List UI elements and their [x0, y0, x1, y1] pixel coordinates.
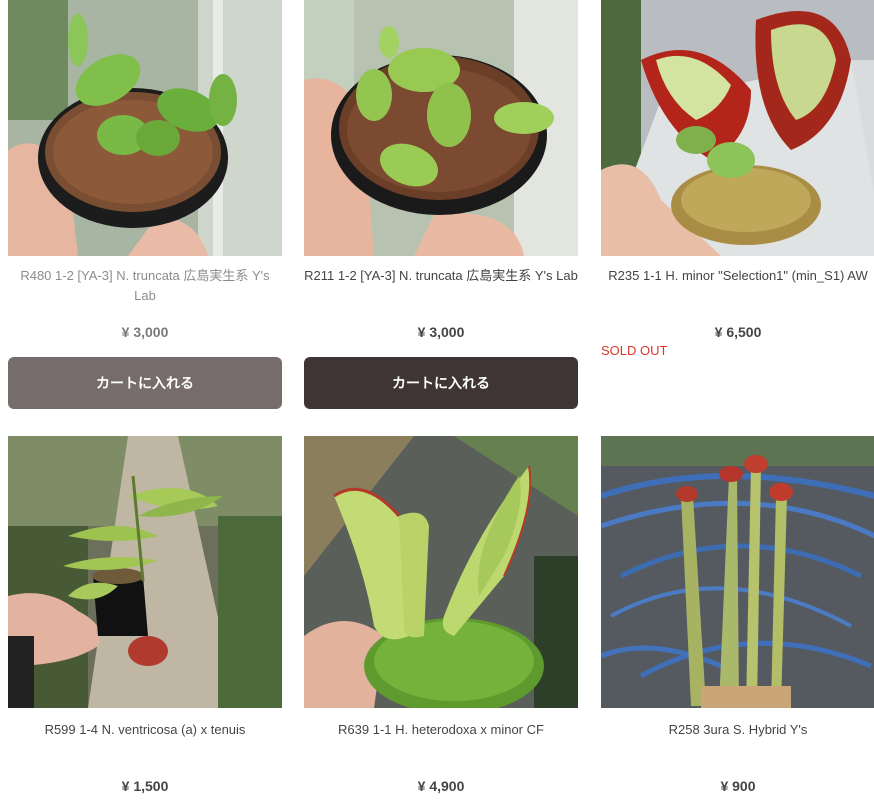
- product-image[interactable]: [8, 0, 282, 256]
- product-image[interactable]: [8, 436, 282, 708]
- heliamphora-red-pitcher-photo-icon: [601, 0, 874, 256]
- venus-flytrap-seedling-photo-icon: [304, 0, 578, 256]
- add-to-cart-button[interactable]: カートに入れる: [304, 357, 578, 409]
- sold-out-label: SOLD OUT: [601, 343, 668, 358]
- product-name[interactable]: R639 1-1 H. heterodoxa x minor CF: [304, 720, 578, 740]
- product-name[interactable]: R211 1-2 [YA-3] N. truncata 広島実生系 Y's La…: [304, 266, 578, 286]
- product-card[interactable]: R211 1-2 [YA-3] N. truncata 広島実生系 Y's La…: [304, 0, 578, 409]
- product-card[interactable]: R235 1-1 H. minor "Selection1" (min_S1) …: [601, 0, 874, 358]
- product-price: ¥ 1,500: [121, 778, 169, 794]
- product-image[interactable]: [601, 436, 874, 708]
- heliamphora-green-pitcher-photo-icon: [304, 436, 578, 708]
- sarracenia-tall-pitchers-photo-icon: [601, 436, 874, 708]
- product-price: ¥ 3,000: [417, 324, 465, 340]
- product-card[interactable]: R639 1-1 H. heterodoxa x minor CF ¥ 4,90…: [304, 436, 578, 794]
- product-card[interactable]: R480 1-2 [YA-3] N. truncata 広島実生系 Y's La…: [8, 0, 282, 409]
- product-image[interactable]: [304, 436, 578, 708]
- product-price: ¥ 900: [720, 778, 756, 794]
- product-image[interactable]: [601, 0, 874, 256]
- product-name[interactable]: R258 3ura S. Hybrid Y's: [601, 720, 874, 740]
- product-image[interactable]: [304, 0, 578, 256]
- product-name[interactable]: R599 1-4 N. ventricosa (a) x tenuis: [8, 720, 282, 740]
- product-price: ¥ 6,500: [714, 324, 762, 340]
- venus-flytrap-seedling-photo-icon: [8, 0, 282, 256]
- add-to-cart-button[interactable]: カートに入れる: [8, 357, 282, 409]
- product-price: ¥ 4,900: [417, 778, 465, 794]
- product-card[interactable]: R599 1-4 N. ventricosa (a) x tenuis ¥ 1,…: [8, 436, 282, 794]
- product-price: ¥ 3,000: [121, 324, 169, 340]
- product-name[interactable]: R480 1-2 [YA-3] N. truncata 広島実生系 Y's La…: [8, 266, 282, 306]
- nepenthes-hanging-plant-photo-icon: [8, 436, 282, 708]
- product-name[interactable]: R235 1-1 H. minor "Selection1" (min_S1) …: [601, 266, 874, 286]
- product-card[interactable]: R258 3ura S. Hybrid Y's ¥ 900: [601, 436, 874, 794]
